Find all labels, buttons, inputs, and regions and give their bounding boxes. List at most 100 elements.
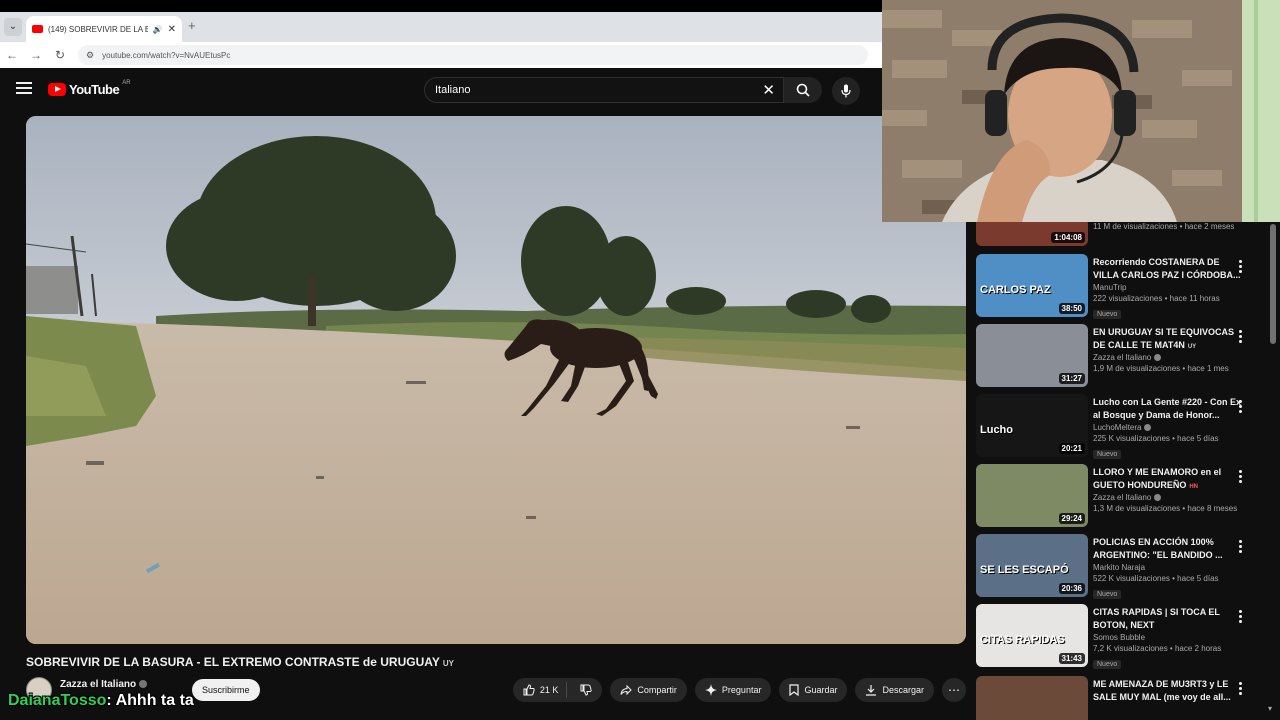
youtube-logo[interactable]: YouTube AR xyxy=(48,80,131,97)
recommended-video-item[interactable]: Lucho 20:21 Lucho con La Gente #220 - Con … xyxy=(976,392,1272,461)
thumbs-up-icon xyxy=(523,684,535,696)
channel-name: ManuTrip xyxy=(1093,283,1127,292)
ask-button[interactable]: Preguntar xyxy=(694,678,772,702)
search-query: Italiano xyxy=(435,84,471,96)
video-duration: 29:24 xyxy=(1058,513,1085,524)
more-options-icon[interactable] xyxy=(1239,260,1242,275)
more-options-icon[interactable] xyxy=(1239,540,1242,555)
verified-icon xyxy=(1144,424,1152,432)
speaker-icon[interactable]: 🔊 xyxy=(153,25,163,34)
video-title[interactable]: Lucho con La Gente #220 - Con Ex al Bosq… xyxy=(1093,397,1241,420)
like-count: 21 K xyxy=(539,685,559,695)
reload-icon[interactable]: ↻ xyxy=(48,48,72,62)
clear-search-icon[interactable]: ✕ xyxy=(762,81,775,99)
more-icon: ⋯ xyxy=(948,683,960,697)
back-icon[interactable]: ← xyxy=(0,48,24,62)
youtube-wordmark: YouTube xyxy=(69,82,120,97)
video-title-wrap: Lucho con La Gente #220 - Con Ex al Bosq… xyxy=(1093,396,1243,421)
search-input[interactable]: Italiano ✕ xyxy=(424,77,784,103)
save-button[interactable]: Guardar xyxy=(779,678,848,702)
url-field[interactable]: ⚙ youtube.com/watch?v=NvAUEtusPc xyxy=(78,45,868,65)
recommended-video-item[interactable]: 31:27 EN URUGUAY SI TE EQUIVOCAS DE CALLE… xyxy=(976,322,1272,388)
video-title[interactable]: CITAS RAPIDAS | SI TOCA EL BOTON, NEXT xyxy=(1093,607,1220,630)
video-title-flag: UY xyxy=(442,659,454,668)
more-options-icon[interactable] xyxy=(1239,330,1242,345)
more-options-icon[interactable] xyxy=(1239,400,1242,415)
thumbs-down-icon xyxy=(580,684,593,696)
video-views: 522 K visualizaciones • hace 5 días xyxy=(1093,574,1219,583)
verified-icon xyxy=(139,680,148,689)
more-options-icon[interactable] xyxy=(1239,682,1242,697)
video-meta: LLORO Y ME ENAMORO en el GUETO HONDUREÑO… xyxy=(1093,466,1243,513)
recommended-video-item[interactable]: CITAS RAPIDAS 31:43 CITAS RAPIDAS | SI TOC… xyxy=(976,602,1272,671)
thumbnail-caption: Lucho xyxy=(980,424,1013,436)
video-title-wrap: EN URUGUAY SI TE EQUIVOCAS DE CALLE TE M… xyxy=(1093,326,1243,351)
voice-search-button[interactable] xyxy=(832,77,860,105)
video-channel[interactable]: LuchoMeltera xyxy=(1093,423,1243,432)
menu-icon[interactable] xyxy=(16,82,32,96)
download-button[interactable]: Descargar xyxy=(855,678,934,702)
video-views: 11 M de visualizaciones • hace 2 meses xyxy=(1093,222,1235,231)
video-meta: EN URUGUAY SI TE EQUIVOCAS DE CALLE TE M… xyxy=(1093,326,1243,373)
recommended-video-item[interactable]: ME AMENAZA DE MU3RT3 y LE SALE MUY MAL (… xyxy=(976,674,1272,720)
video-meta: CITAS RAPIDAS | SI TOCA EL BOTON, NEXT So… xyxy=(1093,606,1243,671)
like-button[interactable]: 21 K xyxy=(513,682,568,698)
video-player[interactable] xyxy=(26,116,966,644)
chat-message: : Ahhh ta ta xyxy=(106,692,194,709)
search-button[interactable] xyxy=(784,77,822,103)
channel-name: Somos Bubble xyxy=(1093,633,1146,642)
sidebar-scrollbar[interactable] xyxy=(1270,224,1276,344)
video-thumbnail: 1:04:08 xyxy=(976,222,1088,246)
video-views: 1,3 M de visualizaciones • hace 8 meses xyxy=(1093,504,1238,513)
more-options-icon[interactable] xyxy=(1239,470,1242,485)
video-title[interactable]: LLORO Y ME ENAMORO en el GUETO HONDUREÑO xyxy=(1093,467,1221,490)
partial-video-item[interactable]: 1:04:08 11 M de visualizaciones • hace 2… xyxy=(976,222,1272,248)
video-channel[interactable]: ManuTrip xyxy=(1093,283,1243,292)
scroll-down-icon[interactable]: ▾ xyxy=(1268,704,1272,713)
search-icon xyxy=(796,83,810,97)
tab-search-icon[interactable]: ⌄ xyxy=(4,18,22,36)
dislike-button[interactable] xyxy=(572,684,602,696)
video-title[interactable]: ME AMENAZA DE MU3RT3 y LE SALE MUY MAL (… xyxy=(1093,679,1231,702)
recommended-video-item[interactable]: SE LES ESCAPÓ 20:36 POLICIAS EN ACCIÓN 100… xyxy=(976,532,1272,599)
more-options-icon[interactable] xyxy=(1239,610,1242,625)
recommended-video-item[interactable]: 29:24 LLORO Y ME ENAMORO en el GUETO HOND… xyxy=(976,462,1272,528)
recommended-video-item[interactable]: CARLOS PAZ 38:50 Recorriendo COSTANERA DE … xyxy=(976,252,1272,321)
channel-name[interactable]: Zazza el Italiano xyxy=(60,679,148,690)
video-views: 1,9 M de visualizaciones • hace 1 mes xyxy=(1093,364,1229,373)
video-channel[interactable]: Zazza el Italiano xyxy=(1093,353,1243,362)
url-text: youtube.com/watch?v=NvAUEtusPc xyxy=(102,50,231,60)
channel-name: Zazza el Italiano xyxy=(1093,493,1152,502)
microphone-icon xyxy=(841,84,851,98)
video-meta: Lucho con La Gente #220 - Con Ex al Bosq… xyxy=(1093,396,1243,461)
new-tab-icon[interactable]: + xyxy=(188,18,196,33)
video-duration: 20:21 xyxy=(1058,443,1085,454)
browser-tab[interactable]: (149) SOBREVIVIR DE LA BA 🔊 ✕ xyxy=(26,16,182,42)
tab-close-icon[interactable]: ✕ xyxy=(168,24,176,35)
site-info-icon[interactable]: ⚙ xyxy=(86,50,94,61)
share-icon xyxy=(620,684,633,696)
thumbnail-caption: CARLOS PAZ xyxy=(980,284,1051,296)
thumbnail-caption: CITAS RAPIDAS xyxy=(980,634,1065,646)
new-badge: Nuevo xyxy=(1093,660,1122,669)
video-meta: ME AMENAZA DE MU3RT3 y LE SALE MUY MAL (… xyxy=(1093,678,1243,703)
video-title[interactable]: POLICIAS EN ACCIÓN 100% ARGENTINO: "EL B… xyxy=(1093,537,1223,560)
video-meta: Recorriendo COSTANERA DE VILLA CARLOS PA… xyxy=(1093,256,1243,321)
share-button[interactable]: Compartir xyxy=(610,678,687,702)
video-title-wrap: Recorriendo COSTANERA DE VILLA CARLOS PA… xyxy=(1093,256,1243,281)
sparkle-icon xyxy=(704,684,717,696)
forward-icon[interactable]: → xyxy=(24,48,48,62)
video-channel[interactable]: Markito Naraja xyxy=(1093,563,1243,572)
video-thumbnail: 31:27 xyxy=(976,324,1088,387)
video-title[interactable]: EN URUGUAY SI TE EQUIVOCAS DE CALLE TE M… xyxy=(1093,327,1234,350)
channel-name-text: Zazza el Italiano xyxy=(60,679,137,690)
youtube-header: YouTube AR Italiano ✕ xyxy=(0,70,882,110)
chat-username: DaianaTosso xyxy=(8,692,107,709)
video-title[interactable]: Recorriendo COSTANERA DE VILLA CARLOS PA… xyxy=(1093,257,1241,280)
video-channel[interactable]: Somos Bubble xyxy=(1093,633,1243,642)
new-badge: Nuevo xyxy=(1093,590,1122,599)
title-flag: HN xyxy=(1189,483,1199,490)
video-channel[interactable]: Zazza el Italiano xyxy=(1093,493,1243,502)
more-actions-button[interactable]: ⋯ xyxy=(942,678,966,702)
subscribe-button[interactable]: Suscribirme xyxy=(192,679,260,701)
